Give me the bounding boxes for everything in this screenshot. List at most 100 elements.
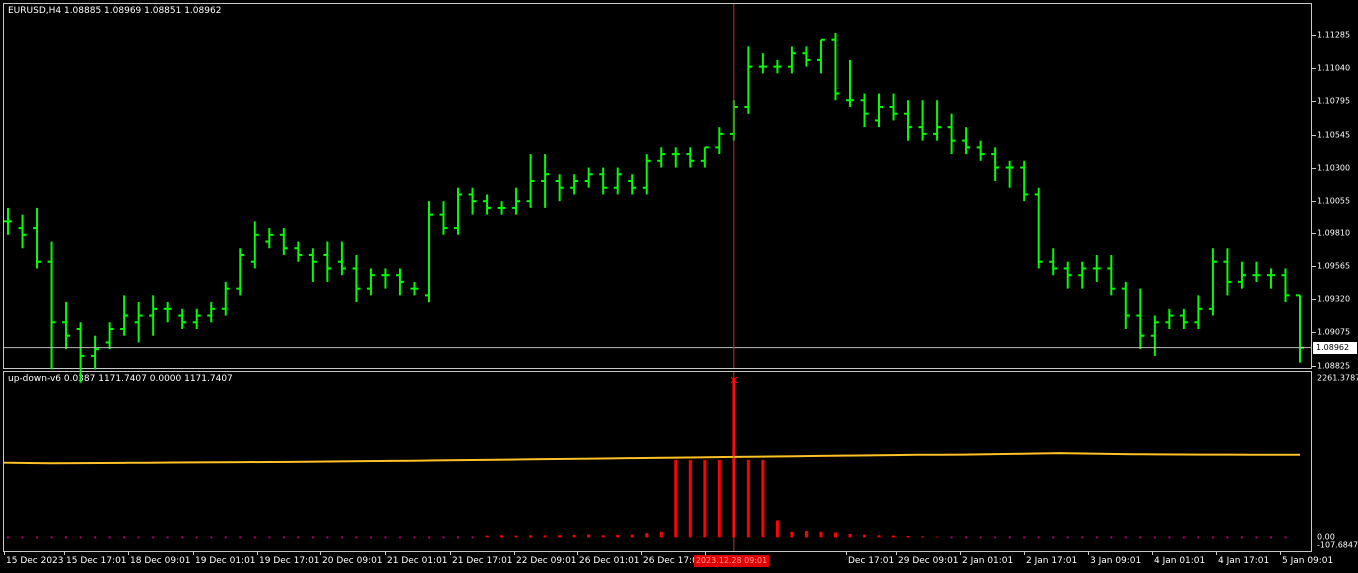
ohlc-bar [802,46,811,67]
ohlc-bar [1150,315,1159,356]
ohlc-bar [991,147,1000,181]
histogram-dot [1095,536,1098,539]
histogram-dot [950,536,953,539]
ohlc-bar [149,295,158,336]
price-tick [1312,167,1316,169]
histogram-dot [1008,536,1011,539]
ohlc-bar [395,268,404,296]
ohlc-bar [468,187,477,215]
price-tick-label: 1.10545 [1317,130,1351,140]
ohlc-bar [512,187,521,215]
price-tick [1312,35,1316,36]
time-tick [846,552,847,555]
ohlc-bar [497,201,506,215]
time-tick-label: 4 Jan 01:01 [1154,556,1206,566]
histogram-dot [7,536,9,539]
ohlc-bar [918,100,927,141]
ohlc-bar [787,46,796,74]
ohlc-bar [613,167,622,195]
price-tick-label: 1.09810 [1317,228,1351,238]
histogram-dot [181,536,184,539]
ohlc-bar [76,322,85,383]
histogram-dot [1052,536,1055,539]
ohlc-bar [221,281,230,316]
ohlc-bar [1034,187,1043,269]
time-tick [1088,552,1089,555]
histogram-dot [413,536,416,539]
ohlc-bar [410,281,419,296]
ohlc-bar [1049,248,1058,276]
crosshair-date-label: 2023.12.28 09:01 [693,555,770,567]
time-tick-label: 5 Jan 09:01 [1282,556,1334,566]
histogram-dot [1197,536,1200,539]
histogram-dot [1226,536,1229,539]
ohlc-bar [1078,261,1087,289]
histogram-dot [282,536,285,539]
ohlc-bar [1252,261,1261,282]
time-tick-label: 19 Dec 17:01 [259,556,320,566]
histogram-dot [1284,536,1287,539]
price-tick-label: 1.11040 [1317,63,1351,73]
price-tick [1312,100,1316,102]
histogram-dot [1124,536,1127,539]
ohlc-bar [424,201,433,303]
histogram-dot [224,536,227,539]
histogram-dot [268,536,271,539]
ohlc-bar [1092,254,1101,282]
crosshair-marker-icon: ✕ [729,374,738,387]
ohlc-bar [1020,160,1029,202]
ohlc-bar [207,302,216,323]
ohlc-bar [265,228,274,249]
time-tick [960,552,961,555]
time-tick [4,552,5,555]
histogram-dot [1168,536,1171,539]
ohlc-bar [1208,248,1217,316]
price-tick-label: 1.10795 [1317,96,1351,106]
ohlc-bar [657,147,666,168]
ohlc-bar [192,308,201,329]
time-tick [514,552,515,555]
last-price-label: 1.08962 [1313,341,1357,354]
time-tick-label: 26 Dec 01:01 [579,556,640,566]
ohlc-bar [700,146,709,168]
ohlc-bar [4,207,12,235]
time-tick [64,552,65,555]
price-tick [1312,266,1316,268]
ohlc-bar [18,214,27,249]
ohlc-bar [1179,308,1188,329]
histogram-dot [355,536,358,539]
ohlc-bar [541,154,550,208]
ohlc-bar [1266,268,1275,289]
ohlc-bar [178,308,187,329]
ohlc-bar [33,207,42,269]
time-tick [128,552,129,555]
histogram-dot [965,536,968,539]
ohlc-bar [366,268,375,296]
histogram-dot [239,536,242,539]
indicator-tick-label: 2261.3787 [1317,373,1358,383]
price-tick-label: 1.11285 [1317,30,1351,40]
ohlc-bar [860,93,869,128]
ohlc-bar [105,322,114,350]
histogram-dot [369,536,372,539]
price-tick [1312,200,1316,202]
ohlc-bar [454,187,463,235]
histogram-dot [123,536,126,539]
time-tick [1152,552,1153,555]
ohlc-bar [904,100,913,141]
time-tick-label: 19 Dec 01:01 [195,556,256,566]
time-tick-label: 2 Jan 01:01 [962,556,1014,566]
time-tick-label: 15 Dec 17:01 [66,556,127,566]
time-tick-label: 20 Dec 09:01 [322,556,383,566]
histogram-dot [427,536,430,539]
histogram-dot [326,536,329,539]
ohlc-bar [1223,248,1232,296]
histogram-dot [1037,536,1040,539]
ohlc-bar [352,254,361,303]
histogram-dot [457,536,460,539]
price-tick [1312,67,1316,69]
histogram-dot [94,536,97,539]
chart-canvas[interactable]: ✕ [0,0,1358,573]
ohlc-bar [1005,160,1014,188]
ohlc-bar [91,335,100,370]
